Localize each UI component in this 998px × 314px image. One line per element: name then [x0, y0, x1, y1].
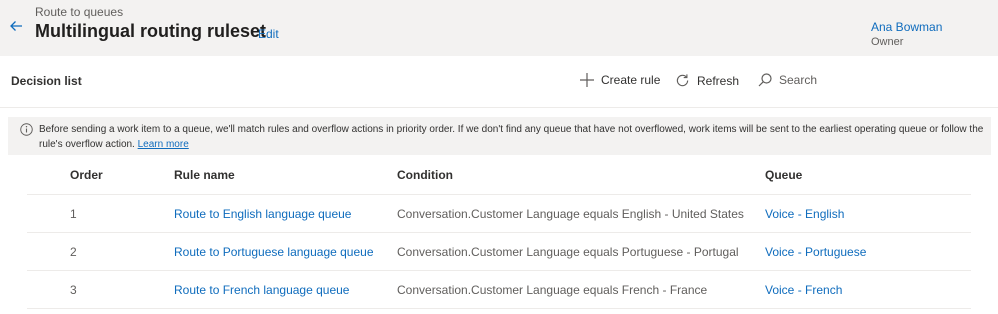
refresh-button[interactable]: Refresh — [675, 73, 739, 88]
condition-cell: Conversation.Customer Language equals Po… — [397, 244, 739, 259]
owner-name-link[interactable]: Ana Bowman — [871, 20, 942, 34]
edit-link[interactable]: Edit — [258, 27, 279, 41]
column-header-condition[interactable]: Condition — [397, 156, 453, 194]
learn-more-link[interactable]: Learn more — [138, 139, 189, 150]
order-cell: 3 — [70, 282, 77, 297]
column-header-order[interactable]: Order — [70, 156, 103, 194]
queue-link[interactable]: Voice - French — [765, 271, 842, 308]
page-header: Route to queues Multilingual routing rul… — [0, 0, 998, 56]
refresh-label: Refresh — [697, 73, 740, 88]
breadcrumb[interactable]: Route to queues — [35, 5, 123, 19]
info-message: Before sending a work item to a queue, w… — [39, 122, 984, 152]
column-header-queue[interactable]: Queue — [765, 156, 802, 194]
column-header-rule-name[interactable]: Rule name — [174, 156, 235, 194]
create-rule-label: Create rule — [601, 73, 661, 87]
search-placeholder: Search — [779, 73, 818, 87]
create-rule-button[interactable]: Create rule — [580, 73, 660, 87]
decision-list-table: Order Rule name Condition Queue 1 Route … — [27, 156, 971, 309]
back-arrow-icon[interactable] — [9, 19, 25, 39]
table-row[interactable]: 1 Route to English language queue Conver… — [27, 195, 971, 233]
table-row[interactable]: 3 Route to French language queue Convers… — [27, 271, 971, 309]
search-icon — [758, 73, 772, 87]
info-banner: Before sending a work item to a queue, w… — [8, 117, 991, 155]
table-row[interactable]: 2 Route to Portuguese language queue Con… — [27, 233, 971, 271]
rule-name-link[interactable]: Route to Portuguese language queue — [174, 233, 374, 270]
info-icon — [20, 123, 33, 136]
plus-icon — [580, 73, 594, 87]
condition-cell: Conversation.Customer Language equals En… — [397, 206, 744, 221]
page-title: Multilingual routing ruleset — [35, 21, 266, 41]
condition-cell: Conversation.Customer Language equals Fr… — [397, 282, 708, 297]
rule-name-link[interactable]: Route to English language queue — [174, 195, 351, 232]
refresh-icon — [676, 74, 689, 87]
command-bar: Decision list Create rule Refresh Search — [0, 56, 998, 108]
order-cell: 1 — [70, 206, 77, 221]
section-title: Decision list — [11, 74, 82, 88]
table-header-row: Order Rule name Condition Queue — [27, 156, 971, 195]
rule-name-link[interactable]: Route to French language queue — [174, 271, 349, 308]
search-input[interactable]: Search — [758, 73, 817, 87]
queue-link[interactable]: Voice - Portuguese — [765, 233, 866, 270]
queue-link[interactable]: Voice - English — [765, 195, 844, 232]
order-cell: 2 — [70, 244, 77, 259]
owner-role-label: Owner — [871, 36, 904, 48]
